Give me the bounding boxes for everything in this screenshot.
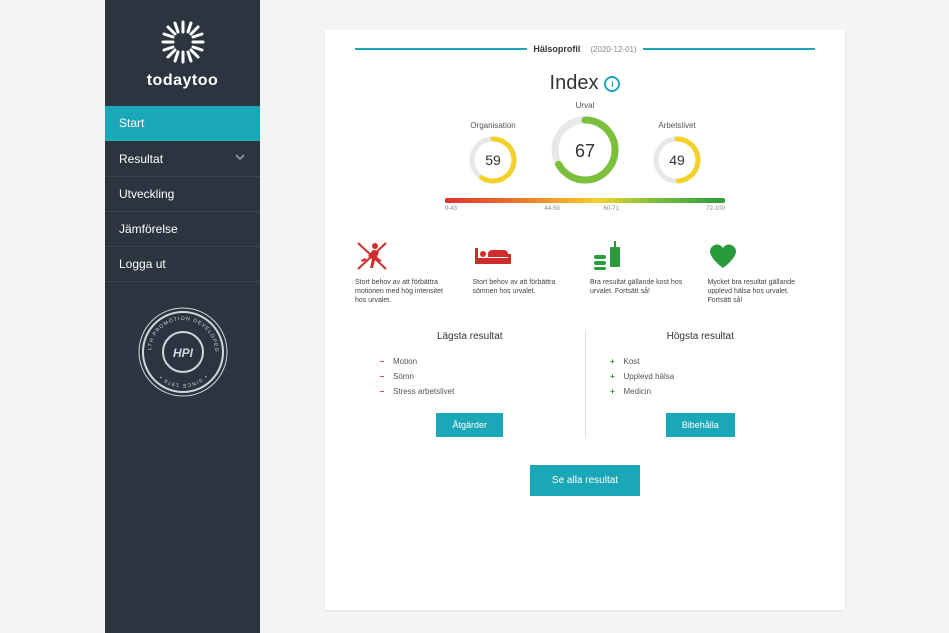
info-icon[interactable]: i bbox=[604, 76, 620, 92]
scale-bar-icon bbox=[445, 198, 725, 203]
scale-ticks: 0-43 44-59 60-71 72-100 bbox=[445, 206, 725, 212]
scale-tick: 44-59 bbox=[544, 206, 559, 212]
high-list: + Kost + Upplevd hälsa + Medicin bbox=[608, 354, 794, 399]
column-title: Lägsta resultat bbox=[377, 331, 563, 342]
sidebar: todaytoo Start Resultat Utveckling Jämfö… bbox=[105, 0, 260, 633]
lowest-results: Lägsta resultat –Motion –Sömn –Stress ar… bbox=[355, 331, 585, 437]
food-drink-icon bbox=[590, 240, 624, 272]
scale-tick: 72-100 bbox=[706, 206, 725, 212]
sidebar-item-label: Logga ut bbox=[119, 257, 166, 271]
tile-text: Stort behov av att förbättra sömnen hos … bbox=[473, 278, 568, 296]
list-item: + Upplevd hälsa bbox=[608, 369, 794, 384]
scale-tick: 0-43 bbox=[445, 206, 457, 212]
list-item-label: Medicin bbox=[624, 387, 652, 396]
plus-icon: + bbox=[608, 372, 618, 381]
rule-right bbox=[643, 48, 815, 50]
svg-text:HPI: HPI bbox=[172, 346, 193, 360]
card-date: (2020-12-01) bbox=[590, 45, 636, 54]
bed-icon bbox=[473, 240, 513, 272]
maintain-button[interactable]: Bibehålla bbox=[666, 413, 735, 437]
gauge-arbetslivet: Arbetslivet 49 bbox=[651, 121, 703, 186]
column-title: Högsta resultat bbox=[608, 331, 794, 342]
gauge-organisation: Organisation 59 bbox=[467, 121, 519, 186]
heart-icon bbox=[708, 240, 738, 272]
list-item: + Medicin bbox=[608, 384, 794, 399]
tile-health: Mycket bra resultat gällande upplevd häl… bbox=[708, 240, 816, 305]
sidebar-item-loggaut[interactable]: Logga ut bbox=[105, 247, 260, 282]
sidebar-item-resultat[interactable]: Resultat bbox=[105, 141, 260, 177]
list-item: –Stress arbetslivet bbox=[377, 384, 563, 399]
sidebar-nav: Start Resultat Utveckling Jämförelse Log… bbox=[105, 106, 260, 282]
list-item: + Kost bbox=[608, 354, 794, 369]
gauge-label: Arbetslivet bbox=[658, 121, 695, 130]
sidebar-item-jamforelse[interactable]: Jämförelse bbox=[105, 212, 260, 247]
sidebar-item-label: Utveckling bbox=[119, 187, 174, 201]
scale-tick: 60-71 bbox=[603, 206, 618, 212]
result-columns: Lägsta resultat –Motion –Sömn –Stress ar… bbox=[355, 331, 815, 437]
see-all-button[interactable]: Se alla resultat bbox=[530, 465, 640, 496]
brand-logo-icon bbox=[159, 18, 207, 66]
list-item-label: Kost bbox=[624, 357, 640, 366]
chevron-down-icon bbox=[234, 151, 246, 166]
sidebar-item-utveckling[interactable]: Utveckling bbox=[105, 177, 260, 212]
list-item-label: Motion bbox=[393, 357, 417, 366]
tile-text: Stort behov av att förbättra motionen me… bbox=[355, 278, 450, 305]
runner-crossed-icon bbox=[355, 240, 389, 272]
low-list: –Motion –Sömn –Stress arbetslivet bbox=[377, 354, 563, 399]
gauge-label: Urval bbox=[576, 101, 595, 110]
minus-icon: – bbox=[377, 387, 387, 396]
gauge-urval: Urval 67 bbox=[549, 101, 621, 186]
sidebar-item-label: Start bbox=[119, 116, 144, 130]
hpi-badge-icon: HPI HEALTH PROMOTION DEVELOPED BY • SINC… bbox=[135, 304, 231, 400]
index-heading-text: Index bbox=[550, 72, 599, 95]
plus-icon: + bbox=[608, 387, 618, 396]
list-item-label: Upplevd hälsa bbox=[624, 372, 675, 381]
insight-tiles: Stort behov av att förbättra motionen me… bbox=[355, 240, 815, 305]
tile-food: Bra resultat gällande kost hos urvalet. … bbox=[590, 240, 698, 305]
tile-text: Bra resultat gällande kost hos urvalet. … bbox=[590, 278, 685, 296]
svg-text:67: 67 bbox=[575, 141, 595, 161]
index-heading: Index i bbox=[355, 72, 815, 95]
svg-text:• SINCE 1976 •: • SINCE 1976 • bbox=[157, 373, 207, 388]
sidebar-item-label: Resultat bbox=[119, 152, 163, 166]
gauge-row: Organisation 59 Urval 67 Arbetslivet bbox=[355, 101, 815, 186]
svg-text:59: 59 bbox=[485, 152, 501, 168]
highest-results: Högsta resultat + Kost + Upplevd hälsa + Me… bbox=[585, 331, 816, 437]
plus-icon: + bbox=[608, 357, 618, 366]
svg-text:49: 49 bbox=[669, 152, 685, 168]
tile-text: Mycket bra resultat gällande upplevd häl… bbox=[708, 278, 803, 305]
gauge-ring-icon: 59 bbox=[467, 134, 519, 186]
list-item-label: Stress arbetslivet bbox=[393, 387, 454, 396]
sidebar-item-start[interactable]: Start bbox=[105, 106, 260, 141]
brand-name: todaytoo bbox=[105, 72, 260, 90]
index-scale: 0-43 44-59 60-71 72-100 bbox=[445, 198, 725, 212]
tile-motion: Stort behov av att förbättra motionen me… bbox=[355, 240, 463, 305]
list-item-label: Sömn bbox=[393, 372, 414, 381]
gauge-ring-icon: 67 bbox=[549, 114, 621, 186]
minus-icon: – bbox=[377, 357, 387, 366]
actions-button[interactable]: Åtgärder bbox=[436, 413, 503, 437]
gauge-ring-icon: 49 bbox=[651, 134, 703, 186]
hpi-badge: HPI HEALTH PROMOTION DEVELOPED BY • SINC… bbox=[105, 304, 260, 400]
gauge-label: Organisation bbox=[470, 121, 515, 130]
brand-block: todaytoo bbox=[105, 0, 260, 98]
list-item: –Sömn bbox=[377, 369, 563, 384]
minus-icon: – bbox=[377, 372, 387, 381]
card-header: Hälsoprofil (2020-12-01) bbox=[355, 44, 815, 54]
report-card: Hälsoprofil (2020-12-01) Index i Organis… bbox=[325, 30, 845, 610]
tile-sleep: Stort behov av att förbättra sömnen hos … bbox=[473, 240, 581, 305]
list-item: –Motion bbox=[377, 354, 563, 369]
card-title: Hälsoprofil bbox=[533, 44, 580, 54]
rule-left bbox=[355, 48, 527, 50]
sidebar-item-label: Jämförelse bbox=[119, 222, 178, 236]
